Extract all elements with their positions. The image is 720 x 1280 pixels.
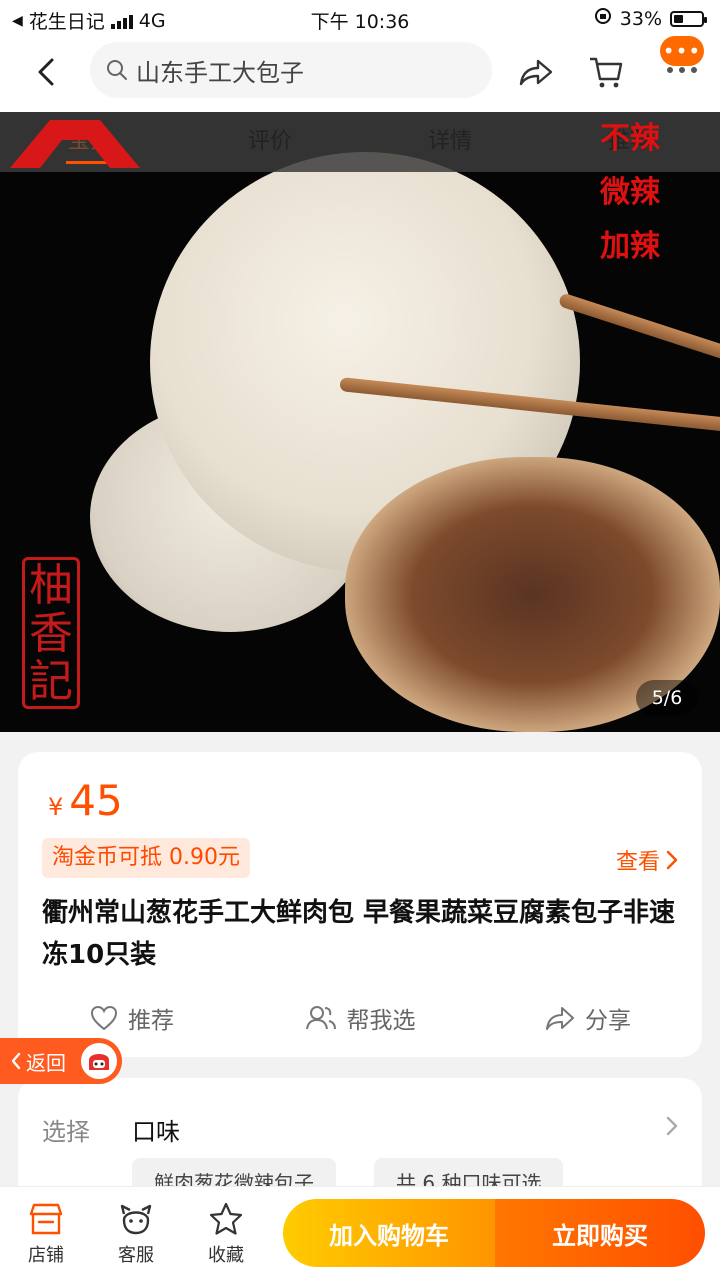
top-header: 山东手工大包子 ••• [0,36,720,112]
service-label: 客服 [118,1245,154,1266]
product-title: 衢州常山葱花手工大鲜肉包 早餐果蔬菜豆腐素包子非速冻10只装 [42,898,676,970]
seal-char: 香 [29,608,73,659]
shop-label: 店铺 [28,1245,64,1266]
seal-char: 記 [29,656,73,707]
star-icon [209,1202,243,1235]
spicy-level-list: 不辣 微辣 加辣 [600,112,660,274]
product-image-gallery[interactable]: 宝贝 评价 详情 推荐 不辣 微辣 加辣 柚 香 記 5/6 [0,112,720,732]
recommend-label: 推荐 [128,1008,174,1034]
customer-service-icon [120,1204,152,1235]
more-dots-icon: ••• [662,39,702,63]
seal-char: 柚 [29,560,73,611]
chevron-left-icon [38,58,54,86]
view-coin-link[interactable]: 查看 [616,844,678,876]
return-label: 返回 [26,1050,66,1075]
view-link-label: 查看 [615,850,660,875]
seal-stamp: 柚 香 記 [22,557,80,709]
battery-icon [670,10,707,27]
chevron-left-icon [11,1052,21,1070]
share-product-button[interactable]: 分享 [474,998,702,1038]
shop-button[interactable]: 店铺 [6,1199,86,1267]
buy-now-button[interactable]: 立即购买 [495,1199,705,1267]
spicy-level-label: 加辣 [600,229,660,264]
image-counter: 5/6 [636,680,698,716]
search-bar[interactable]: 山东手工大包子 [90,42,492,98]
cart-button[interactable] [586,52,626,92]
brand-logo-icon [10,120,140,168]
tab-details[interactable]: 详情 [360,112,540,172]
share-label: 分享 [585,1008,631,1034]
price: ¥ 45 [48,776,123,825]
more-indicator-icon [660,67,704,73]
currency-symbol: ¥ [48,793,64,821]
favorite-label: 收藏 [208,1245,244,1266]
coin-discount-badge: 淘金币可抵 0.90元 [42,838,250,878]
share-icon [519,59,553,86]
help-choose-button[interactable]: 帮我选 [246,998,474,1038]
favorite-button[interactable]: 收藏 [186,1199,266,1267]
heart-icon [90,1005,118,1031]
chevron-right-icon [666,1116,678,1136]
spicy-level-label: 不辣 [600,121,660,156]
search-icon [107,60,127,80]
chopstick-image [557,292,720,374]
cart-icon [590,57,623,88]
add-to-cart-button[interactable]: 加入购物车 [283,1199,495,1267]
back-button[interactable] [26,52,66,92]
search-text: 山东手工大包子 [136,58,304,87]
product-actions: 推荐 帮我选 分享 [18,998,702,1038]
status-bar: ◀ 花生日记 4G 下午 10:36 33% [0,0,720,36]
product-info-card: ¥ 45 淘金币可抵 0.90元 查看 衢州常山葱花手工大鲜肉包 早餐果蔬菜豆腐… [18,752,702,1057]
tab-reviews[interactable]: 评价 [180,112,360,172]
recommend-button[interactable]: 推荐 [18,998,246,1038]
chevron-right-icon [666,850,678,870]
help-choose-label: 帮我选 [346,1008,416,1034]
share-icon [546,1007,574,1030]
rotation-lock-icon [594,7,612,30]
spicy-level-label: 微辣 [600,175,660,210]
battery-percent: 33% [619,7,662,30]
select-label: 选择 [42,1118,90,1146]
price-value: 45 [69,776,123,825]
bottom-action-bar: 店铺 客服 收藏 加入购物车 立即购买 [0,1186,720,1280]
select-value: 口味 [132,1118,180,1146]
share-button[interactable] [516,52,556,92]
more-menu-button[interactable]: ••• [660,36,704,66]
service-button[interactable]: 客服 [96,1199,176,1267]
shop-icon [29,1203,63,1235]
people-icon [305,1006,336,1030]
mascot-icon[interactable] [78,1040,120,1082]
